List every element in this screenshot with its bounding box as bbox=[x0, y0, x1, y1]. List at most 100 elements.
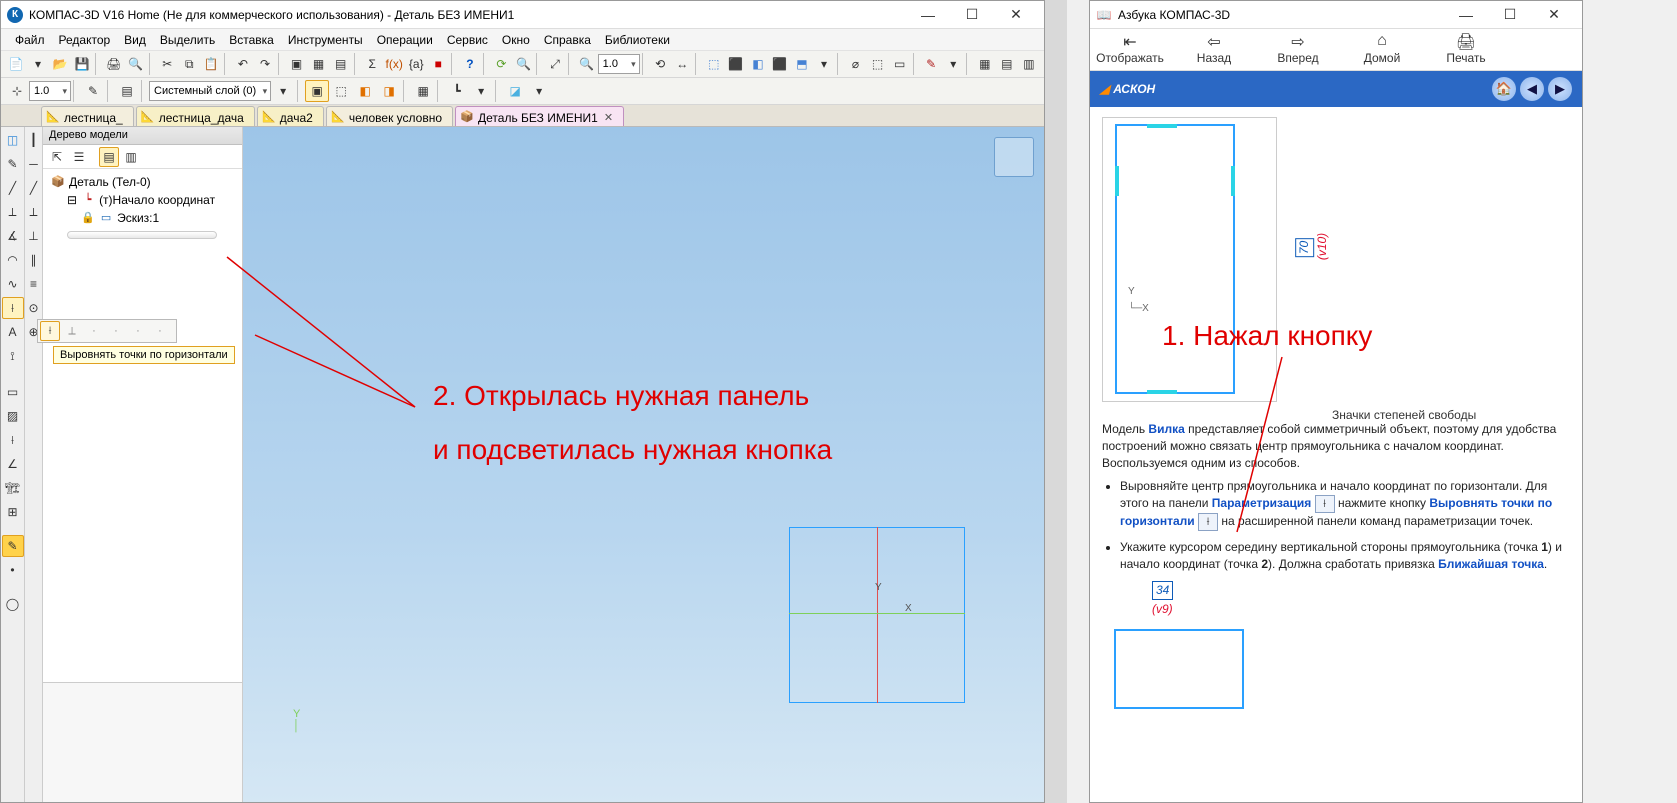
st2-h[interactable]: ⊙ bbox=[26, 297, 42, 319]
link-nearest-point[interactable]: Ближайшая точка bbox=[1438, 557, 1544, 571]
paste-button[interactable]: 📋 bbox=[200, 53, 222, 75]
solid1[interactable]: ⬚ bbox=[703, 53, 725, 75]
zoom-combo-2[interactable]: 1.0 bbox=[29, 81, 71, 101]
help-content[interactable]: Y└─X 70 (v10) Значки степеней свободы 1.… bbox=[1090, 107, 1582, 802]
help-minimize-button[interactable]: — bbox=[1444, 1, 1488, 29]
st-circ[interactable]: ◯ bbox=[2, 593, 24, 615]
st-cube[interactable]: ◫ bbox=[2, 129, 24, 151]
save-button[interactable]: 💾 bbox=[71, 53, 93, 75]
st2-e[interactable]: ⊥ bbox=[26, 225, 42, 247]
color-swatch[interactable]: ◪ bbox=[503, 80, 527, 102]
window-c[interactable]: ▥ bbox=[1018, 53, 1040, 75]
st-arc[interactable]: ◠ bbox=[2, 249, 24, 271]
st2-b[interactable]: ─ bbox=[26, 153, 42, 175]
sketch-canvas[interactable]: X Y 2. Открылась нужная панель и подсвет… bbox=[243, 127, 1044, 802]
solid2[interactable]: ⬛ bbox=[725, 53, 747, 75]
help-button[interactable]: ? bbox=[459, 53, 481, 75]
align-e-button[interactable]: · bbox=[128, 321, 148, 341]
st2-g[interactable]: ≡ bbox=[26, 273, 42, 295]
st2-a[interactable]: ┃ bbox=[26, 129, 42, 151]
par-button[interactable]: {a} bbox=[405, 53, 427, 75]
window-b[interactable]: ▤ bbox=[996, 53, 1018, 75]
help-nav-home[interactable]: ⌂Домой bbox=[1352, 32, 1412, 65]
tool-b[interactable]: ▦ bbox=[308, 53, 330, 75]
copy-button[interactable]: ⧉ bbox=[178, 53, 200, 75]
preview-button[interactable]: 🔍 bbox=[125, 53, 147, 75]
help-nav-back[interactable]: ⇦Назад bbox=[1184, 32, 1244, 65]
tree-sketch[interactable]: ⊟🔒▭Эскиз:1 bbox=[67, 209, 236, 227]
tab-close-icon[interactable]: ✕ bbox=[604, 111, 613, 124]
st-spline[interactable]: ∿ bbox=[2, 273, 24, 295]
solid-arrow[interactable]: ▾ bbox=[813, 53, 835, 75]
link-param[interactable]: Параметризация bbox=[1212, 496, 1312, 510]
link-vilka[interactable]: Вилка bbox=[1148, 422, 1184, 436]
align-vertical-button[interactable]: ⟂ bbox=[62, 321, 82, 341]
find-button[interactable]: 🔍 bbox=[512, 53, 534, 75]
snap-button[interactable]: ⊹ bbox=[5, 80, 29, 102]
brand-back-button[interactable]: ◀ bbox=[1520, 77, 1544, 101]
help-close-button[interactable]: ✕ bbox=[1532, 1, 1576, 29]
menu-service[interactable]: Сервис bbox=[441, 31, 494, 49]
st2-f[interactable]: ∥ bbox=[26, 249, 42, 271]
tab-2[interactable]: 📐дача2 bbox=[257, 106, 324, 126]
st2-d[interactable]: ⟂ bbox=[26, 201, 42, 223]
st-hl[interactable]: ✎ bbox=[2, 535, 24, 557]
rot-button[interactable]: ⟲ bbox=[649, 53, 671, 75]
help-nav-print[interactable]: 🖨Печать bbox=[1436, 32, 1496, 65]
color-button[interactable]: ▾ bbox=[942, 53, 964, 75]
tab-1[interactable]: 📐лестница_дача bbox=[136, 106, 255, 126]
ortho-arrow[interactable]: ▾ bbox=[469, 80, 493, 102]
tool-c[interactable]: ▤ bbox=[330, 53, 352, 75]
align-c-button[interactable]: · bbox=[84, 321, 104, 341]
st-edit[interactable]: ✎ bbox=[2, 153, 24, 175]
menu-help[interactable]: Справка bbox=[538, 31, 597, 49]
st-angle[interactable]: ∠ bbox=[2, 453, 24, 475]
tree-slider[interactable] bbox=[67, 231, 217, 239]
st-dim2[interactable]: ⟊ bbox=[2, 429, 24, 451]
tree-root[interactable]: 📦Деталь (Тел-0) bbox=[51, 173, 236, 191]
sketch-btn[interactable]: ✎ bbox=[81, 80, 105, 102]
align-d[interactable]: ◨ bbox=[377, 80, 401, 102]
solid3[interactable]: ◧ bbox=[747, 53, 769, 75]
cut-button[interactable]: ✂ bbox=[156, 53, 178, 75]
window-a[interactable]: ▦ bbox=[974, 53, 996, 75]
tree-btn-3[interactable]: ▤ bbox=[99, 147, 119, 167]
new-arrow[interactable]: ▾ bbox=[27, 53, 49, 75]
st-param[interactable]: ⟊ bbox=[2, 297, 24, 319]
section-c[interactable]: ▭ bbox=[889, 53, 911, 75]
tree-btn-1[interactable]: ⇱ bbox=[47, 147, 67, 167]
align-f-button[interactable]: · bbox=[150, 321, 170, 341]
st-dim[interactable]: ⟂ bbox=[2, 201, 24, 223]
maximize-button[interactable]: ☐ bbox=[950, 1, 994, 29]
new-button[interactable]: 📄 bbox=[5, 53, 27, 75]
tab-3[interactable]: 📐человек условно bbox=[326, 106, 453, 126]
print-button[interactable]: 🖨 bbox=[103, 53, 125, 75]
help-maximize-button[interactable]: ☐ bbox=[1488, 1, 1532, 29]
st-meas[interactable]: ⟟ bbox=[2, 345, 24, 367]
menu-select[interactable]: Выделить bbox=[154, 31, 221, 49]
st-sel[interactable]: ▭ bbox=[2, 381, 24, 403]
ortho-button[interactable]: ┗ bbox=[445, 80, 469, 102]
grid-button[interactable]: ▦ bbox=[411, 80, 435, 102]
help-nav-forward[interactable]: ⇨Вперед bbox=[1268, 32, 1328, 65]
menu-ops[interactable]: Операции bbox=[371, 31, 439, 49]
st-line[interactable]: ╱ bbox=[2, 177, 24, 199]
layer-btn[interactable]: ▾ bbox=[271, 80, 295, 102]
st2-c[interactable]: ╱ bbox=[26, 177, 42, 199]
st-hatch[interactable]: ▨ bbox=[2, 405, 24, 427]
menu-edit[interactable]: Редактор bbox=[53, 31, 117, 49]
align-a[interactable]: ▣ bbox=[305, 80, 329, 102]
layer-combo[interactable]: Системный слой (0) bbox=[149, 81, 271, 101]
tab-4[interactable]: 📦Деталь БЕЗ ИМЕНИ1✕ bbox=[455, 106, 624, 126]
tree-btn-4[interactable]: ▥ bbox=[121, 147, 141, 167]
tab-0[interactable]: 📐лестница_ bbox=[41, 106, 134, 126]
edit-button[interactable]: ✎ bbox=[920, 53, 942, 75]
close-button[interactable]: ✕ bbox=[994, 1, 1038, 29]
menu-window[interactable]: Окно bbox=[496, 31, 536, 49]
zoom-combo-1[interactable]: 1.0 bbox=[598, 54, 640, 74]
align-b[interactable]: ⬚ bbox=[329, 80, 353, 102]
st-sym[interactable]: ∡ bbox=[2, 225, 24, 247]
tree-btn-2[interactable]: ☰ bbox=[69, 147, 89, 167]
undo-button[interactable]: ↶ bbox=[232, 53, 254, 75]
align-d-button[interactable]: · bbox=[106, 321, 126, 341]
